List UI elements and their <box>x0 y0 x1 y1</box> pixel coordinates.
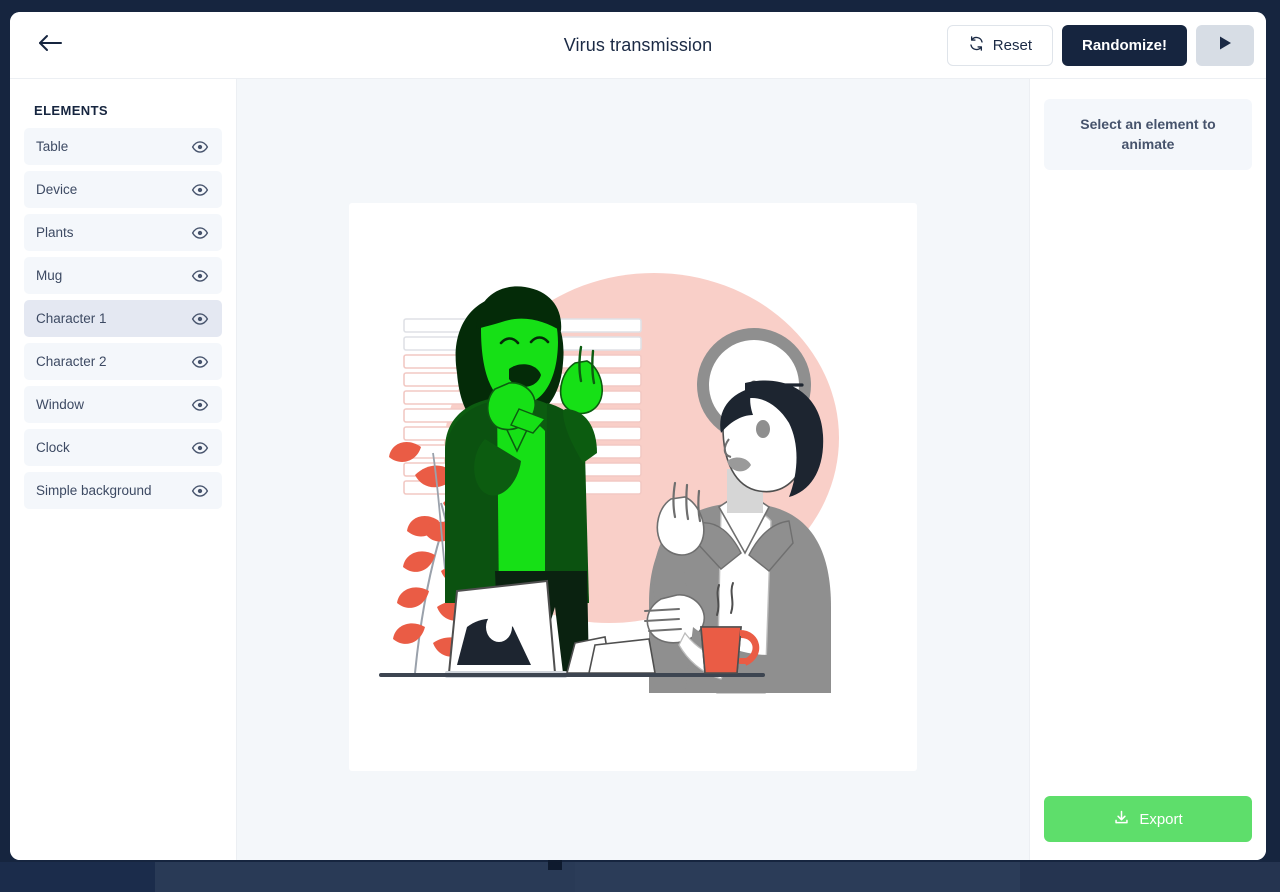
virus-transmission-illustration <box>379 273 839 694</box>
canvas-area[interactable] <box>237 79 1029 860</box>
elements-list: Table Device Plants Mug Character 1 Character… <box>24 128 222 509</box>
export-button-label: Export <box>1139 810 1183 828</box>
element-item-label: Clock <box>36 440 70 455</box>
backdrop-band-left <box>0 862 155 892</box>
back-button[interactable] <box>30 25 70 65</box>
eye-icon[interactable] <box>191 138 209 156</box>
element-item-mug[interactable]: Mug <box>24 257 222 294</box>
eye-icon[interactable] <box>191 267 209 285</box>
backdrop-band-midright <box>575 862 1020 892</box>
element-item-simple-background[interactable]: Simple background <box>24 472 222 509</box>
element-item-label: Character 2 <box>36 354 107 369</box>
backdrop-band-midleft <box>155 862 575 892</box>
play-button[interactable] <box>1196 24 1254 66</box>
eye-icon[interactable] <box>191 181 209 199</box>
animate-hint: Select an element to animate <box>1044 99 1252 170</box>
eye-icon[interactable] <box>191 353 209 371</box>
element-item-label: Character 1 <box>36 311 107 326</box>
element-item-label: Simple background <box>36 483 152 498</box>
element-item-window[interactable]: Window <box>24 386 222 423</box>
export-button[interactable]: Export <box>1044 796 1252 842</box>
download-icon <box>1113 809 1130 830</box>
arrow-left-icon <box>37 34 63 57</box>
elements-sidebar: ELEMENTS Table Device Plants Mug Character 1… <box>10 79 237 860</box>
element-item-label: Table <box>36 139 69 154</box>
animation-panel: Select an element to animate Export <box>1029 79 1266 860</box>
randomize-button-label: Randomize! <box>1081 36 1167 54</box>
element-item-device[interactable]: Device <box>24 171 222 208</box>
app-window: Virus transmission Reset Randomize! ELEM… <box>10 12 1266 860</box>
element-item-clock[interactable]: Clock <box>24 429 222 466</box>
element-item-table[interactable]: Table <box>24 128 222 165</box>
eye-icon[interactable] <box>191 310 209 328</box>
element-item-plants[interactable]: Plants <box>24 214 222 251</box>
eye-icon[interactable] <box>191 224 209 242</box>
eye-icon[interactable] <box>191 482 209 500</box>
app-header: Virus transmission Reset Randomize! <box>10 12 1266 79</box>
element-item-character-1[interactable]: Character 1 <box>24 300 222 337</box>
artboard[interactable] <box>349 203 917 771</box>
eye-icon[interactable] <box>191 439 209 457</box>
element-item-character-2[interactable]: Character 2 <box>24 343 222 380</box>
elements-heading: ELEMENTS <box>34 103 108 118</box>
header-actions: Reset Randomize! <box>946 24 1254 66</box>
element-item-label: Device <box>36 182 78 197</box>
reset-button-label: Reset <box>992 36 1032 54</box>
eye-icon[interactable] <box>191 396 209 414</box>
play-icon <box>1218 35 1233 55</box>
element-item-label: Window <box>36 397 85 412</box>
backdrop-band-right <box>1020 862 1280 892</box>
randomize-button[interactable]: Randomize! <box>1061 24 1187 66</box>
app-body: ELEMENTS Table Device Plants Mug Character 1… <box>10 79 1266 860</box>
reset-button[interactable]: Reset <box>946 24 1053 66</box>
element-item-label: Mug <box>36 268 63 283</box>
element-item-label: Plants <box>36 225 74 240</box>
refresh-icon <box>968 35 985 56</box>
